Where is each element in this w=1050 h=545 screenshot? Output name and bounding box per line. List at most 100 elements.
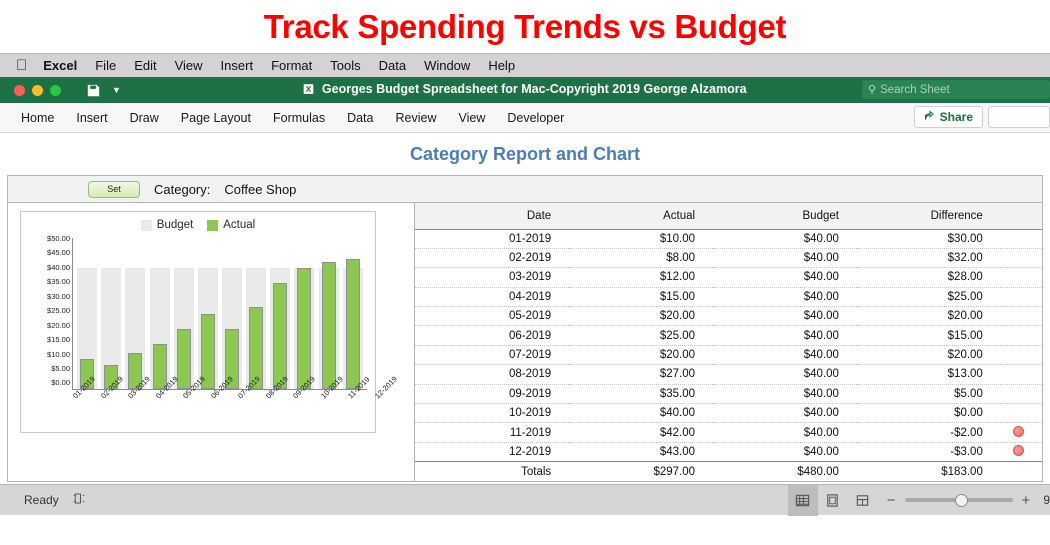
cell-budget[interactable]: $40.00	[713, 325, 857, 346]
cell-budget[interactable]: $40.00	[713, 267, 857, 288]
menubar-item-help[interactable]: Help	[488, 58, 515, 73]
page-break-view-icon[interactable]	[848, 485, 878, 516]
cell-difference[interactable]: $32.00	[856, 248, 1001, 269]
cell-difference[interactable]: $15.00	[856, 325, 1001, 346]
cell-actual[interactable]: $25.00	[569, 325, 714, 346]
maximize-window-button[interactable]	[50, 84, 61, 96]
cell-actual[interactable]: $43.00	[569, 442, 714, 463]
cell-difference[interactable]: $30.00	[856, 229, 1001, 249]
zoom-in-button[interactable]: +	[1013, 492, 1040, 509]
cell-budget[interactable]: $40.00	[713, 442, 857, 463]
set-button[interactable]: Set	[88, 180, 140, 198]
table-row[interactable]: 06-2019 $25.00 $40.00 $15.00	[415, 325, 1042, 346]
cell-budget[interactable]: $40.00	[713, 422, 857, 443]
cell-date[interactable]: 03-2019	[415, 267, 570, 288]
cell-difference[interactable]: $28.00	[856, 267, 1001, 288]
cell-budget[interactable]: $40.00	[713, 248, 857, 269]
cell-date[interactable]: 06-2019	[415, 325, 570, 346]
tab-data[interactable]: Data	[336, 111, 384, 125]
cell-date[interactable]: 04-2019	[415, 287, 570, 308]
cell-actual[interactable]: $27.00	[569, 364, 714, 385]
cell-budget[interactable]: $40.00	[713, 403, 857, 424]
cell-actual[interactable]: $10.00	[569, 229, 714, 249]
cell-budget[interactable]: $40.00	[713, 384, 857, 405]
cell-date[interactable]: 10-2019	[415, 403, 570, 424]
budget-vs-actual-chart[interactable]: Budget Actual $50.00 $45.00 $40.00 $35.00 $3…	[20, 211, 399, 433]
table-row[interactable]: 11-2019 $42.00 $40.00 -$2.00	[415, 422, 1042, 443]
column-header-difference[interactable]: Difference	[856, 203, 1001, 230]
zoom-out-button[interactable]: −	[878, 492, 905, 509]
cell-difference[interactable]: $13.00	[856, 364, 1001, 385]
ribbon-extra-button[interactable]	[988, 106, 1050, 128]
tab-review[interactable]: Review	[384, 111, 447, 125]
menubar-item-edit[interactable]: Edit	[134, 58, 156, 73]
cell-actual[interactable]: $8.00	[569, 248, 714, 269]
menubar-item-window[interactable]: Window	[424, 58, 470, 73]
menubar-item-data[interactable]: Data	[379, 58, 406, 73]
cell-budget[interactable]: $40.00	[713, 364, 857, 385]
tab-formulas[interactable]: Formulas	[262, 111, 336, 125]
normal-view-icon[interactable]	[787, 484, 818, 516]
close-window-button[interactable]	[14, 84, 25, 96]
cell-actual[interactable]: $20.00	[569, 345, 714, 366]
table-row[interactable]: 03-2019 $12.00 $40.00 $28.00	[415, 267, 1042, 288]
table-row[interactable]: 10-2019 $40.00 $40.00 $0.00	[415, 403, 1042, 424]
table-row[interactable]: 12-2019 $43.00 $40.00 -$3.00	[415, 442, 1042, 463]
cell-date[interactable]: 09-2019	[415, 384, 570, 405]
cell-actual[interactable]: $35.00	[569, 384, 714, 405]
column-header-date[interactable]: Date	[415, 203, 570, 230]
menubar-item-tools[interactable]: Tools	[330, 58, 360, 73]
cell-difference[interactable]: $20.00	[856, 345, 1001, 366]
cell-actual[interactable]: $15.00	[569, 287, 714, 308]
page-layout-icon[interactable]	[73, 492, 85, 508]
menubar-item-excel[interactable]: Excel	[43, 58, 77, 73]
minimize-window-button[interactable]	[32, 84, 43, 96]
table-row[interactable]: 09-2019 $35.00 $40.00 $5.00	[415, 384, 1042, 405]
menubar-item-file[interactable]: File	[95, 58, 116, 73]
column-header-budget[interactable]: Budget	[713, 203, 857, 230]
cell-date[interactable]: 02-2019	[415, 248, 570, 269]
cell-date[interactable]: 12-2019	[415, 442, 570, 463]
cell-date[interactable]: 05-2019	[415, 306, 570, 327]
chevron-down-icon[interactable]: ▼	[112, 85, 121, 95]
table-row[interactable]: 02-2019 $8.00 $40.00 $32.00	[415, 248, 1042, 269]
cell-date[interactable]: 01-2019	[415, 229, 570, 249]
cell-actual[interactable]: $40.00	[569, 403, 714, 424]
tab-developer[interactable]: Developer	[496, 111, 575, 125]
cell-actual[interactable]: $12.00	[569, 267, 714, 288]
menubar-item-format[interactable]: Format	[271, 58, 312, 73]
cell-date[interactable]: 07-2019	[415, 345, 570, 366]
table-row[interactable]: 07-2019 $20.00 $40.00 $20.00	[415, 345, 1042, 366]
tab-view[interactable]: View	[447, 111, 496, 125]
zoom-slider[interactable]	[904, 485, 1013, 516]
tab-page-layout[interactable]: Page Layout	[170, 111, 262, 125]
floppy-disk-icon[interactable]	[87, 84, 100, 97]
table-row[interactable]: 08-2019 $27.00 $40.00 $13.00	[415, 364, 1042, 385]
apple-logo-icon[interactable]: 	[16, 58, 27, 73]
cell-budget[interactable]: $40.00	[713, 287, 857, 308]
share-button[interactable]: Share	[913, 106, 983, 128]
cell-difference[interactable]: $25.00	[856, 287, 1001, 308]
table-row[interactable]: 05-2019 $20.00 $40.00 $20.00	[415, 306, 1042, 327]
tab-insert[interactable]: Insert	[65, 111, 118, 125]
table-row[interactable]: 04-2019 $15.00 $40.00 $25.00	[415, 287, 1042, 308]
table-row[interactable]: 01-2019 $10.00 $40.00 $30.00	[415, 229, 1042, 249]
menubar-item-insert[interactable]: Insert	[221, 58, 254, 73]
cell-difference[interactable]: $20.00	[856, 306, 1001, 327]
cell-actual[interactable]: $42.00	[569, 422, 714, 443]
cell-date[interactable]: 11-2019	[415, 422, 570, 443]
cell-budget[interactable]: $40.00	[713, 345, 857, 366]
tab-draw[interactable]: Draw	[119, 111, 170, 125]
zoom-slider-handle[interactable]	[954, 493, 968, 507]
search-sheet-input[interactable]: ⚲ Search Sheet	[862, 80, 1050, 99]
cell-actual[interactable]: $20.00	[569, 306, 714, 327]
page-layout-view-icon[interactable]	[818, 485, 848, 516]
menubar-item-view[interactable]: View	[175, 58, 203, 73]
cell-date[interactable]: 08-2019	[415, 364, 570, 385]
cell-difference[interactable]: -$2.00	[856, 422, 1001, 443]
cell-difference[interactable]: $0.00	[856, 403, 1001, 424]
tab-home[interactable]: Home	[10, 111, 65, 125]
column-header-actual[interactable]: Actual	[569, 203, 714, 230]
cell-budget[interactable]: $40.00	[713, 306, 857, 327]
cell-budget[interactable]: $40.00	[713, 229, 857, 249]
